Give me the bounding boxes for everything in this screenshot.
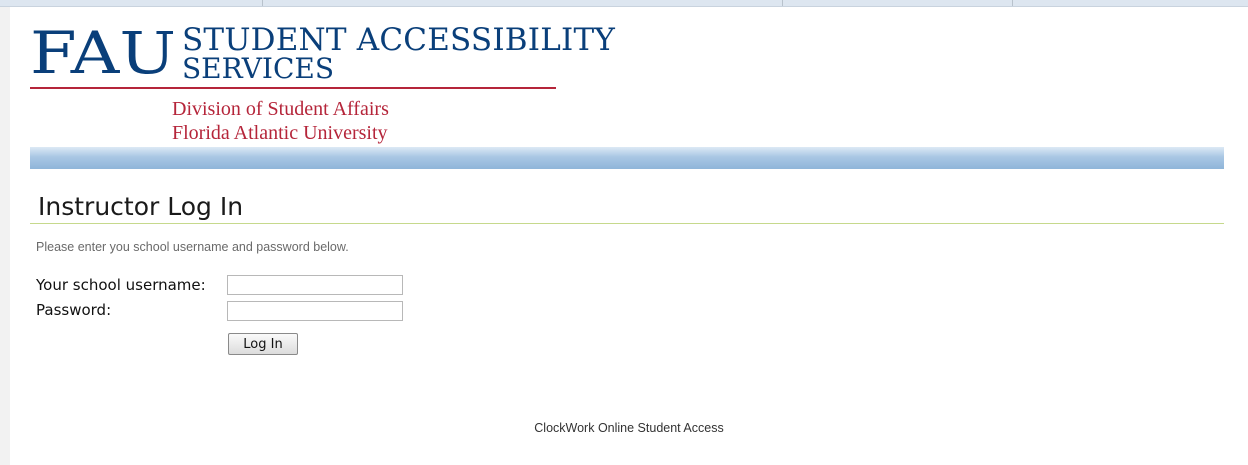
page-title: Instructor Log In bbox=[38, 192, 244, 221]
password-input[interactable] bbox=[227, 301, 403, 321]
page-content: FAU STUDENT ACCESSIBILITY SERVICES Divis… bbox=[10, 7, 1248, 465]
browser-top-strip bbox=[0, 0, 1248, 7]
username-label: Your school username: bbox=[36, 276, 206, 294]
header-title-line2: SERVICES bbox=[182, 52, 335, 85]
title-rule bbox=[30, 223, 1224, 224]
svg-text:FAU: FAU bbox=[30, 21, 176, 81]
sas-header-logo[interactable]: FAU STUDENT ACCESSIBILITY SERVICES Divis… bbox=[30, 21, 615, 151]
browser-toolbar-segment bbox=[262, 0, 783, 6]
division-name: Division of Student Affairs bbox=[172, 98, 389, 120]
instructions-text: Please enter you school username and pas… bbox=[36, 240, 349, 254]
browser-toolbar-segment bbox=[0, 0, 263, 6]
header-blue-bar bbox=[30, 147, 1224, 169]
login-button[interactable]: Log In bbox=[228, 333, 298, 355]
footer-text: ClockWork Online Student Access bbox=[534, 421, 724, 435]
university-name: Florida Atlantic University bbox=[172, 122, 388, 144]
header-divider bbox=[30, 87, 556, 89]
fau-logo-mark: FAU bbox=[30, 21, 176, 81]
browser-toolbar-segment bbox=[782, 0, 1013, 6]
username-input[interactable] bbox=[227, 275, 403, 295]
password-label: Password: bbox=[36, 301, 112, 319]
